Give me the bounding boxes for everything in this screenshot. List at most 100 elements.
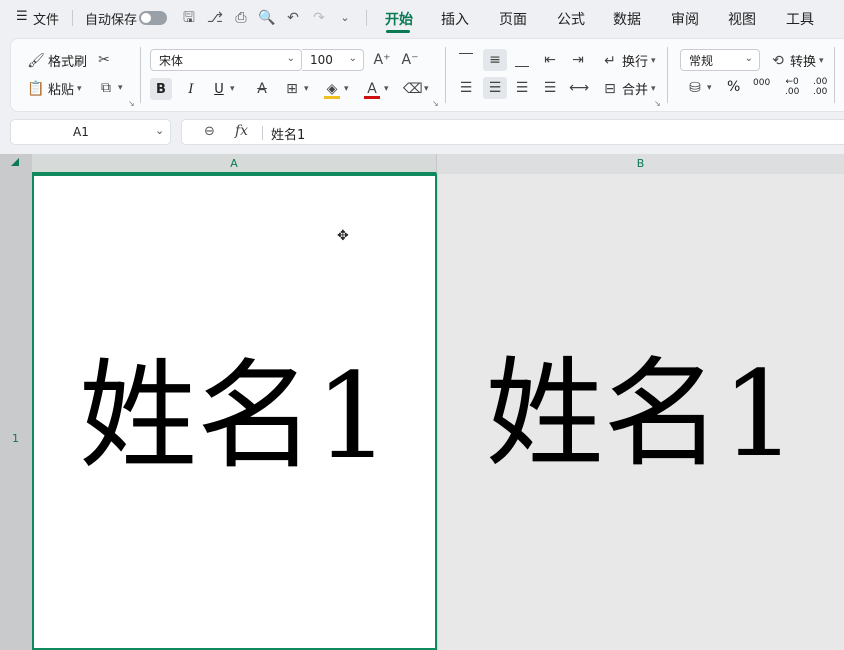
font-name-select[interactable]: 宋体 ⌄ xyxy=(150,49,302,71)
tab-formula[interactable]: 公式 xyxy=(557,9,585,29)
separator xyxy=(834,47,835,103)
align-top-button[interactable]: ⎺ xyxy=(457,51,475,69)
chevron-down-icon: ⌄ xyxy=(286,53,295,64)
increase-font-button[interactable]: A⁺ xyxy=(373,51,391,69)
distributed-button[interactable]: ⟷ xyxy=(569,79,590,97)
menu-icon[interactable]: ☰ xyxy=(16,9,28,24)
convert-icon: ⟲ xyxy=(772,52,784,69)
fill-color-button[interactable]: ◈ ▾ xyxy=(323,78,349,100)
redo-icon[interactable]: ↷ xyxy=(310,9,328,27)
name-box[interactable]: A1 ⌄ xyxy=(10,119,171,145)
decrease-decimal-label: .00 xyxy=(785,87,800,97)
tab-data[interactable]: 数据 xyxy=(613,9,641,29)
strikethrough-button[interactable]: A xyxy=(253,78,271,100)
align-bottom-button[interactable]: ⎽ xyxy=(513,51,531,69)
currency-button[interactable]: ⛁ ▾ xyxy=(686,79,711,97)
tab-home[interactable]: 开始 xyxy=(385,9,413,29)
formula-content[interactable]: 姓名1 xyxy=(271,124,305,143)
share-icon[interactable]: ⎇ xyxy=(206,9,224,27)
decrease-indent-button[interactable]: ⇤ xyxy=(541,51,559,69)
cut-button[interactable]: ✂ xyxy=(95,51,113,69)
number-format-select[interactable]: 常规 ⌄ xyxy=(680,49,760,71)
undo-icon[interactable]: ↶ xyxy=(284,9,302,27)
fx-label[interactable]: fx xyxy=(235,123,248,139)
paste-button[interactable]: 📋 粘贴 ▾ xyxy=(27,79,81,99)
cell-a1[interactable]: 姓名1 ✥ xyxy=(32,174,437,650)
cell-a1-text: 姓名1 xyxy=(78,347,391,485)
italic-button[interactable]: I xyxy=(180,78,202,100)
align-right-button[interactable]: ☰ xyxy=(513,79,531,97)
wrap-label: 换行 xyxy=(622,55,649,70)
arrow-left-icon: ←0 xyxy=(785,77,799,87)
format-painter-label: 格式刷 xyxy=(48,55,88,70)
active-tab-indicator xyxy=(386,30,410,33)
font-name-value: 宋体 xyxy=(159,53,184,68)
decrease-decimal-button[interactable]: ←0.00 xyxy=(785,77,799,97)
thousands-label: 000 xyxy=(753,78,771,88)
strikethrough-icon: A xyxy=(257,81,267,97)
wrap-text-button[interactable]: ↵ 换行 ▾ xyxy=(601,51,655,71)
tab-review[interactable]: 审阅 xyxy=(671,9,699,29)
clipboard-dialog-launcher-icon[interactable]: ↘ xyxy=(128,99,135,108)
format-painter-button[interactable]: 🖌 格式刷 xyxy=(27,51,88,71)
merge-label: 合并 xyxy=(622,83,649,98)
separator xyxy=(140,47,141,103)
wrap-icon: ↵ xyxy=(604,52,616,69)
increase-decimal-button[interactable]: .00.00 xyxy=(813,77,827,97)
bold-button[interactable]: B xyxy=(150,78,172,100)
print-preview-icon[interactable]: 🔍 xyxy=(258,9,276,27)
chevron-down-icon[interactable]: ⌄ xyxy=(155,124,164,137)
brush-icon: 🖌 xyxy=(27,52,45,69)
more-chevron-icon[interactable]: ⌄ xyxy=(336,9,354,27)
tab-page[interactable]: 页面 xyxy=(499,9,527,29)
tab-insert[interactable]: 插入 xyxy=(441,9,469,29)
move-cursor-icon: ✥ xyxy=(337,228,349,244)
convert-button[interactable]: ⟲ 转换 ▾ xyxy=(769,51,823,71)
align-right-icon: ☰ xyxy=(515,80,529,96)
column-header-b[interactable]: B xyxy=(437,154,844,174)
scissors-icon: ✂ xyxy=(98,52,110,68)
convert-label: 转换 xyxy=(790,55,817,70)
alignment-dialog-launcher-icon[interactable]: ↘ xyxy=(654,99,661,108)
file-menu[interactable]: 文件 xyxy=(33,9,59,28)
font-size-select[interactable]: 100 ⌄ xyxy=(302,49,364,71)
thousands-button[interactable]: 000 xyxy=(753,79,770,88)
formula-bar[interactable]: ⊖ fx 姓名1 xyxy=(181,119,844,145)
underline-button[interactable]: U ▾ xyxy=(211,78,234,100)
distribute-icon: ⟷ xyxy=(569,80,590,96)
percent-button[interactable]: % xyxy=(727,79,740,95)
copy-button[interactable]: ⧉ ▾ xyxy=(97,79,123,97)
cell-b1[interactable]: 姓名1 xyxy=(437,174,844,650)
clipboard-icon: 📋 xyxy=(27,80,45,97)
clear-button[interactable]: ⌫ ▾ xyxy=(403,78,429,100)
select-all-corner[interactable] xyxy=(0,154,32,174)
justify-button[interactable]: ☰ xyxy=(541,79,559,97)
autosave-label: 自动保存 xyxy=(85,13,138,28)
font-dialog-launcher-icon[interactable]: ↘ xyxy=(432,99,439,108)
font-decrease-icon: A⁻ xyxy=(401,52,419,68)
borders-button[interactable]: ⊞ ▾ xyxy=(283,78,308,100)
autosave-toggle[interactable] xyxy=(139,11,167,25)
save-icon[interactable]: 🖫 xyxy=(180,9,198,27)
database-icon: ⛁ xyxy=(689,80,701,96)
align-center-button[interactable]: ☰ xyxy=(483,77,507,99)
column-header-a[interactable]: A xyxy=(32,154,437,174)
separator xyxy=(262,126,263,140)
align-left-button[interactable]: ☰ xyxy=(457,79,475,97)
zoom-out-icon[interactable]: ⊖ xyxy=(204,124,215,139)
tab-tools[interactable]: 工具 xyxy=(786,9,814,29)
increase-indent-button[interactable]: ⇥ xyxy=(569,51,587,69)
font-color-button[interactable]: A ▾ xyxy=(363,78,389,100)
merge-button[interactable]: ⊟ 合并 ▾ xyxy=(601,79,655,99)
row-header-1[interactable]: 1 xyxy=(0,174,32,650)
print-icon[interactable]: ⎙ xyxy=(232,9,250,27)
font-color-icon: A xyxy=(363,80,381,99)
align-left-icon: ☰ xyxy=(459,80,473,96)
cell-b1-text: 姓名1 xyxy=(485,345,797,483)
align-middle-button[interactable]: ≡ xyxy=(483,49,507,71)
tab-view[interactable]: 视图 xyxy=(728,9,756,29)
eraser-icon: ⌫ xyxy=(403,81,423,97)
decrease-font-button[interactable]: A⁻ xyxy=(401,51,419,69)
increase-decimal-label: .00 xyxy=(813,87,828,97)
number-format-value: 常规 xyxy=(689,53,714,68)
